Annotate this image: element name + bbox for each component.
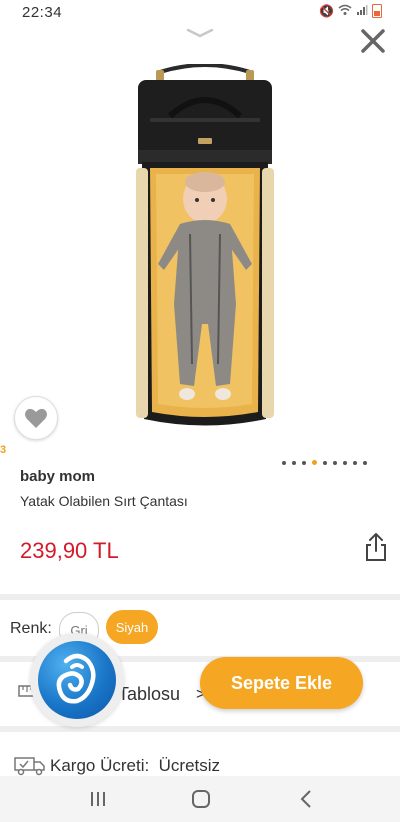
cargo-info: Kargo Ücreti: Ücretsiz xyxy=(50,756,220,776)
cargo-label: Kargo Ücreti: xyxy=(50,756,150,775)
chat-logo-icon xyxy=(38,641,116,719)
size-table-link[interactable]: Tablosu xyxy=(118,684,180,705)
carousel-dot[interactable] xyxy=(343,460,347,465)
heart-icon xyxy=(25,408,47,428)
carousel-dot[interactable] xyxy=(302,460,306,465)
carousel-dot-active[interactable] xyxy=(312,460,317,465)
status-time: 22:34 xyxy=(22,4,63,21)
carousel-dots[interactable] xyxy=(282,460,367,465)
section-divider xyxy=(0,726,400,732)
carousel-dot[interactable] xyxy=(282,460,286,465)
assistant-chat-button[interactable] xyxy=(30,633,124,727)
add-to-cart-button[interactable]: Sepete Ekle xyxy=(200,657,363,709)
truck-icon xyxy=(14,757,45,776)
chevron-down-icon[interactable] xyxy=(186,28,214,38)
carousel-dot[interactable] xyxy=(323,460,327,465)
brand-name[interactable]: baby mom xyxy=(20,468,95,485)
carousel-dot[interactable] xyxy=(353,460,357,465)
color-label: Renk: xyxy=(10,620,52,637)
close-icon[interactable] xyxy=(358,26,388,56)
back-icon[interactable] xyxy=(295,788,319,810)
image-index-marker: 3 xyxy=(0,444,7,456)
status-bar: 22:34 🔇 xyxy=(0,0,400,26)
mute-icon: 🔇 xyxy=(319,4,334,18)
carousel-dot[interactable] xyxy=(363,460,367,465)
system-nav-bar xyxy=(0,776,400,822)
carousel-dot[interactable] xyxy=(292,460,296,465)
recent-apps-icon[interactable] xyxy=(86,788,110,810)
share-icon[interactable] xyxy=(364,532,388,562)
carousel-dot[interactable] xyxy=(333,460,337,465)
favorite-button[interactable] xyxy=(14,396,58,440)
section-divider xyxy=(0,594,400,600)
battery-icon xyxy=(372,4,382,18)
product-image[interactable] xyxy=(120,64,290,434)
cargo-value: Ücretsiz xyxy=(158,756,221,775)
wifi-icon xyxy=(338,4,352,19)
home-icon[interactable] xyxy=(189,788,213,810)
product-title: Yatak Olabilen Sırt Çantası xyxy=(20,493,188,509)
status-icons: 🔇 xyxy=(319,4,382,19)
product-price: 239,90 TL xyxy=(20,538,119,563)
signal-icon xyxy=(356,4,368,19)
color-option-siyah[interactable]: Siyah xyxy=(106,610,158,644)
